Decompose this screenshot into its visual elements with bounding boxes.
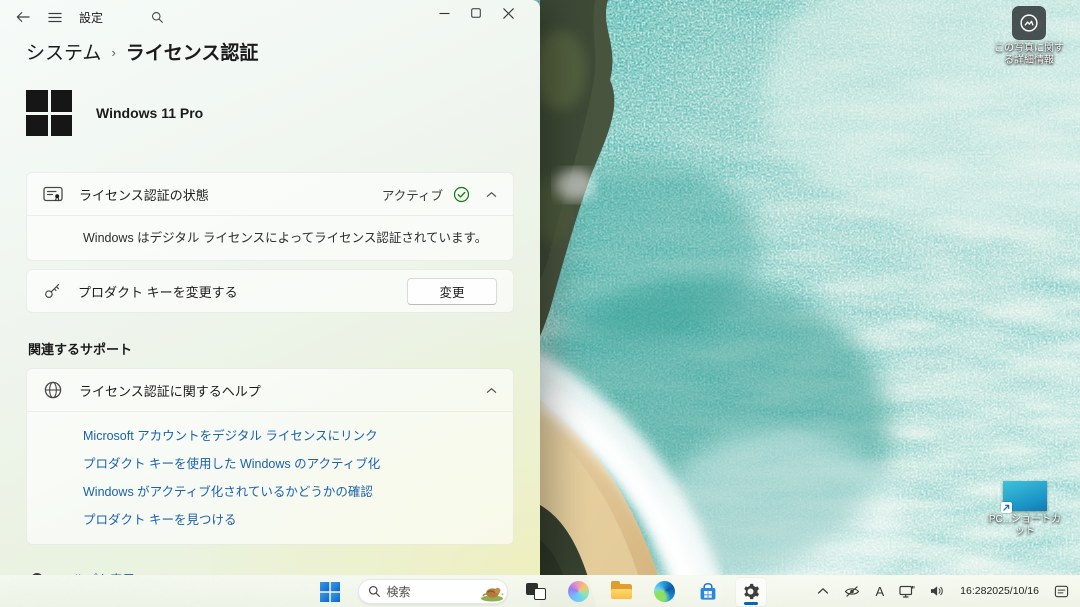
activation-state-header[interactable]: ライセンス認証の状態 アクティブ bbox=[27, 173, 513, 215]
shortcut-arrow-icon bbox=[1001, 502, 1012, 513]
screenshot-thumbnail-icon bbox=[1003, 481, 1047, 511]
globe-icon bbox=[43, 380, 63, 400]
edition-name: Windows 11 Pro bbox=[96, 105, 203, 121]
system-tray: A 16:28 2025/10/16 bbox=[814, 575, 1072, 607]
product-key-label: プロダクト キーを変更する bbox=[78, 282, 391, 301]
desktop-screen: この写真に関する詳細情報 PC...ショートカット 設定 bbox=[0, 0, 1080, 607]
microsoft-store-icon bbox=[698, 582, 718, 602]
privacy-indicator-button[interactable] bbox=[841, 583, 863, 600]
copilot-button[interactable] bbox=[564, 578, 594, 606]
close-button[interactable] bbox=[492, 0, 524, 26]
task-view-button[interactable] bbox=[521, 578, 551, 606]
clock-time: 16:28 bbox=[960, 585, 986, 598]
settings-search-button[interactable] bbox=[151, 11, 164, 24]
product-key-row: プロダクト キーを変更する 変更 bbox=[27, 270, 513, 312]
chevron-up-icon bbox=[817, 587, 829, 595]
breadcrumb: システム › ライセンス認証 bbox=[26, 38, 514, 65]
maximize-button[interactable] bbox=[460, 0, 492, 26]
nav-menu-button[interactable] bbox=[48, 12, 62, 23]
network-button[interactable] bbox=[896, 583, 918, 600]
activation-state-label: ライセンス認証の状態 bbox=[79, 185, 366, 204]
file-explorer-icon bbox=[611, 584, 632, 599]
notification-icon bbox=[1054, 584, 1069, 599]
link-check-activation[interactable]: Windows がアクティブ化されているかどうかの確認 bbox=[83, 481, 373, 500]
notification-center-button[interactable] bbox=[1051, 582, 1072, 601]
clock-date: 2025/10/16 bbox=[986, 585, 1039, 598]
help-links-list: Microsoft アカウントをデジタル ライセンスにリンク プロダクト キーを… bbox=[27, 412, 513, 544]
status-text: アクティブ bbox=[382, 185, 443, 204]
related-support-heading: 関連するサポート bbox=[28, 339, 514, 358]
copilot-icon bbox=[568, 581, 589, 602]
desktop-icon-shortcut[interactable]: PC...ショートカット bbox=[986, 481, 1064, 538]
edge-icon bbox=[654, 581, 675, 602]
desktop-icon-label: PC...ショートカット bbox=[986, 514, 1064, 538]
license-certificate-icon bbox=[43, 186, 63, 202]
edge-button[interactable] bbox=[650, 578, 680, 606]
key-icon bbox=[43, 282, 62, 300]
back-arrow-icon bbox=[16, 11, 30, 23]
chevron-right-icon: › bbox=[111, 43, 115, 60]
windows-logo-icon bbox=[26, 90, 72, 136]
page-title: ライセンス認証 bbox=[126, 38, 259, 65]
link-activate-with-product-key[interactable]: プロダクト キーを使用した Windows のアクティブ化 bbox=[83, 453, 380, 472]
search-icon bbox=[151, 11, 164, 24]
activation-help-card: ライセンス認証に関するヘルプ Microsoft アカウントをデジタル ライセン… bbox=[26, 368, 514, 545]
search-icon bbox=[368, 585, 381, 598]
search-input[interactable] bbox=[387, 585, 473, 599]
window-title: 設定 bbox=[79, 9, 103, 26]
gear-icon bbox=[741, 582, 760, 601]
volume-button[interactable] bbox=[927, 583, 948, 599]
edition-row: Windows 11 Pro bbox=[26, 90, 514, 136]
eye-slash-icon bbox=[844, 585, 860, 598]
microsoft-store-button[interactable] bbox=[693, 578, 723, 606]
desktop-icon-label: この写真に関する詳細情報 bbox=[990, 43, 1068, 67]
window-controls bbox=[428, 0, 524, 26]
taskbar-search-box[interactable] bbox=[358, 579, 508, 604]
activation-state-card: ライセンス認証の状態 アクティブ Windows はデジタル ライセンスによって… bbox=[26, 172, 514, 261]
ethernet-network-icon bbox=[899, 585, 915, 598]
chevron-up-icon bbox=[486, 191, 497, 198]
success-check-icon bbox=[453, 186, 470, 203]
activation-help-label: ライセンス認証に関するヘルプ bbox=[79, 381, 470, 400]
file-explorer-button[interactable] bbox=[607, 578, 637, 606]
hidden-icons-button[interactable] bbox=[814, 585, 832, 597]
start-button[interactable] bbox=[315, 578, 345, 606]
windows-start-icon bbox=[320, 582, 340, 602]
activation-description: Windows はデジタル ライセンスによってライセンス認証されています。 bbox=[27, 216, 513, 260]
settings-window: 設定 システム › ライセンス認証 bbox=[0, 0, 540, 575]
minimize-button[interactable] bbox=[428, 0, 460, 26]
desktop-icon-spotlight[interactable]: この写真に関する詳細情報 bbox=[990, 6, 1068, 67]
breadcrumb-system[interactable]: システム bbox=[26, 38, 101, 65]
link-link-ms-account[interactable]: Microsoft アカウントをデジタル ライセンスにリンク bbox=[83, 425, 378, 444]
close-icon bbox=[503, 8, 514, 19]
chevron-up-icon bbox=[486, 387, 497, 394]
clock[interactable]: 16:28 2025/10/16 bbox=[957, 583, 1042, 600]
product-key-card: プロダクト キーを変更する 変更 bbox=[26, 269, 514, 313]
search-highlight-image bbox=[479, 582, 505, 602]
maximize-icon bbox=[471, 8, 481, 18]
hamburger-icon bbox=[48, 12, 62, 23]
change-product-key-button[interactable]: 変更 bbox=[407, 278, 497, 305]
link-find-product-key[interactable]: プロダクト キーを見つける bbox=[83, 509, 236, 528]
activation-help-header[interactable]: ライセンス認証に関するヘルプ bbox=[27, 369, 513, 411]
task-view-icon bbox=[526, 583, 546, 600]
activation-status: アクティブ bbox=[382, 185, 497, 204]
ime-mode-button[interactable]: A bbox=[872, 582, 887, 601]
spotlight-photo-icon bbox=[1012, 6, 1046, 40]
titlebar: 設定 bbox=[0, 0, 540, 34]
speaker-icon bbox=[930, 585, 945, 597]
settings-taskbar-button[interactable] bbox=[736, 578, 766, 606]
back-button[interactable] bbox=[16, 11, 30, 23]
minimize-icon bbox=[439, 8, 450, 19]
